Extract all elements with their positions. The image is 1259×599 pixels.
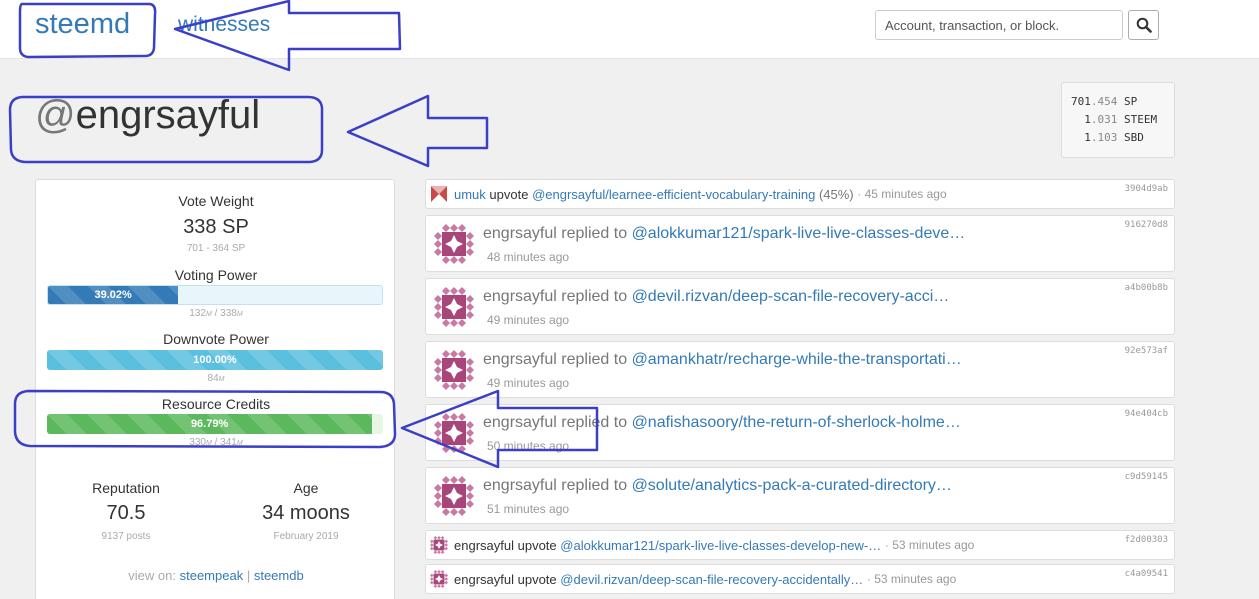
search-icon (1136, 17, 1152, 33)
age-label: Age (293, 480, 319, 496)
identicon-avatar (434, 350, 474, 390)
downvote-power-fill: 100.00% (47, 350, 383, 370)
feed-post-link[interactable]: @engrsayful/learnee-efficient-vocabulary… (532, 187, 815, 202)
identicon-avatar (430, 536, 448, 554)
age-stat: Age 34 moons February 2019 (216, 480, 396, 542)
voting-power-label: Voting Power (174, 267, 258, 283)
search-input[interactable] (875, 10, 1123, 40)
top-navbar: steemd witnesses (0, 0, 1259, 59)
resource-credits-fill: 96.79% (47, 414, 373, 434)
identicon-avatar (434, 287, 474, 327)
feed-item: engrsayful upvote @devil.rizvan/deep-sca… (425, 564, 1175, 594)
post-count: 9137 posts (101, 531, 151, 542)
search-button[interactable] (1128, 10, 1159, 40)
feed-user-link[interactable]: umuk (454, 187, 486, 202)
voting-power-sub: 132M / 338M (189, 308, 243, 319)
feed-post-link[interactable]: @devil.rizvan/deep-scan-file-recovery-ac… (560, 572, 863, 587)
identicon-avatar (434, 476, 474, 516)
age-value: 34 moons (262, 502, 350, 524)
tx-hash[interactable]: a4b00b8b (1125, 283, 1168, 293)
feed-time: 50 minutes ago (487, 439, 570, 453)
feed-post-link[interactable]: @solute/analytics-pack-a-curated-directo… (632, 477, 952, 494)
vote-weight-value: 338 SP (183, 216, 249, 238)
account-title: @engrsayful (35, 93, 260, 138)
feed-item: umuk upvote @engrsayful/learnee-efficien… (425, 179, 1175, 209)
identicon-avatar (430, 185, 448, 203)
steemdb-link[interactable]: steemdb (254, 568, 304, 583)
feed-item: engrsayful upvote @alokkumar121/spark-li… (425, 530, 1175, 560)
feed-item: engrsayful replied to @devil.rizvan/deep… (425, 278, 1175, 335)
vote-weight-label: Vote Weight (178, 193, 254, 209)
reputation-label: Reputation (92, 480, 160, 496)
identicon-avatar (430, 570, 448, 588)
tx-hash[interactable]: c4a09541 (1125, 569, 1168, 579)
balance-box: 701.454 SP 1.031 STEEM 1.103 SBD (1061, 82, 1175, 158)
feed-post-link[interactable]: @alokkumar121/spark-live-live-classes-de… (560, 538, 881, 553)
reputation-stat: Reputation 70.5 9137 posts (36, 480, 216, 542)
feed-time: 48 minutes ago (487, 250, 570, 264)
at-sign: @ (35, 93, 76, 137)
tx-hash[interactable]: 3904d9ab (1125, 184, 1168, 194)
feed-post-link[interactable]: @devil.rizvan/deep-scan-file-recovery-ac… (632, 288, 950, 305)
downvote-power-sub: 84M (207, 373, 225, 384)
tx-hash[interactable]: 916270d8 (1125, 220, 1168, 230)
feed-item: engrsayful replied to @nafishasoory/the-… (425, 404, 1175, 461)
tx-hash[interactable]: 94e404cb (1125, 409, 1168, 419)
downvote-power-bar: 100.00% (47, 350, 383, 370)
handle-arrow-annotation (346, 94, 489, 168)
feed-time: 49 minutes ago (487, 313, 570, 327)
account-stats-panel: Vote Weight 338 SP 701 - 364 SP Voting P… (35, 179, 395, 599)
balance-sbd: 1.103 SBD (1084, 131, 1144, 144)
feed-time: 53 minutes ago (892, 538, 975, 552)
resource-credits-sub: 330M / 341M (189, 437, 243, 448)
vote-weight-sub: 701 - 364 SP (186, 243, 246, 254)
steempeak-link[interactable]: steempeak (180, 568, 244, 583)
feed-item: engrsayful replied to @solute/analytics-… (425, 467, 1175, 524)
identicon-avatar (434, 224, 474, 264)
voting-power-bar: 39.02% (47, 285, 383, 305)
account-name: engrsayful (75, 93, 261, 137)
feed-post-link[interactable]: @nafishasoory/the-return-of-sherlock-hol… (632, 414, 961, 431)
brand-logo-link[interactable]: steemd (35, 8, 130, 41)
balance-sp: 701.454 SP (1071, 95, 1138, 108)
view-on-links: view on: steempeak | steemdb (128, 568, 304, 583)
reputation-value: 70.5 (106, 502, 146, 524)
downvote-power-label: Downvote Power (163, 331, 269, 347)
voting-power-fill: 39.02% (48, 286, 179, 304)
feed-post-link[interactable]: @alokkumar121/spark-live-live-classes-de… (632, 225, 966, 242)
feed-time: 49 minutes ago (487, 376, 570, 390)
feed-item: engrsayful replied to @amankhatr/recharg… (425, 341, 1175, 398)
resource-credits-label: Resource Credits (161, 396, 271, 412)
feed-time: 53 minutes ago (874, 572, 957, 586)
balance-steem: 1.031 STEEM (1084, 113, 1158, 126)
tx-hash[interactable]: 92e573af (1125, 346, 1168, 356)
tx-hash[interactable]: c9d59145 (1125, 472, 1168, 482)
feed-item: engrsayful replied to @alokkumar121/spar… (425, 215, 1175, 272)
feed-post-link[interactable]: @amankhatr/recharge-while-the-transporta… (632, 351, 962, 368)
identicon-avatar (434, 413, 474, 453)
feed-time: 45 minutes ago (864, 187, 947, 201)
join-date: February 2019 (273, 531, 339, 542)
feed-time: 51 minutes ago (487, 502, 570, 516)
nav-witnesses-link[interactable]: witnesses (178, 13, 270, 37)
resource-credits-bar: 96.79% (47, 414, 383, 434)
tx-hash[interactable]: f2d00303 (1125, 535, 1168, 545)
